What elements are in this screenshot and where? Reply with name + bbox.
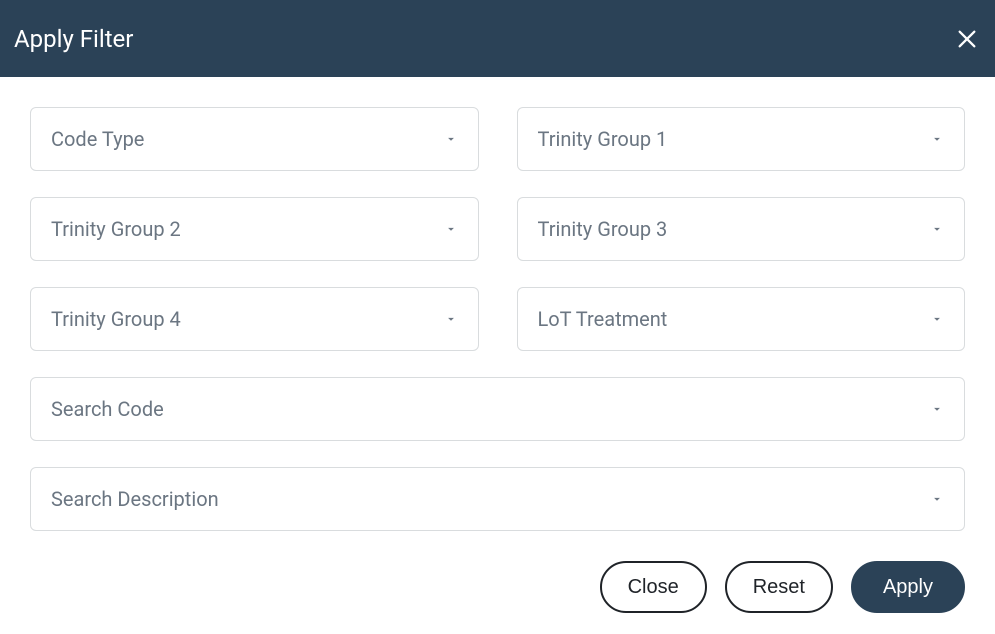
chevron-down-icon [444, 132, 458, 146]
close-button[interactable]: Close [600, 561, 707, 613]
dialog-body: Code Type Trinity Group 1 Trinity Group … [0, 77, 995, 613]
trinity-group-2-select[interactable]: Trinity Group 2 [30, 197, 479, 261]
chevron-down-icon [930, 222, 944, 236]
search-code-select[interactable]: Search Code [30, 377, 965, 441]
code-type-select[interactable]: Code Type [30, 107, 479, 171]
trinity-group-3-select[interactable]: Trinity Group 3 [517, 197, 966, 261]
trinity-group-4-label: Trinity Group 4 [51, 307, 181, 331]
chevron-down-icon [444, 222, 458, 236]
chevron-down-icon [930, 402, 944, 416]
lot-treatment-label: LoT Treatment [538, 307, 668, 331]
dialog-header: Apply Filter [0, 0, 995, 77]
search-description-label: Search Description [51, 487, 219, 511]
chevron-down-icon [930, 132, 944, 146]
chevron-down-icon [930, 312, 944, 326]
trinity-group-1-select[interactable]: Trinity Group 1 [517, 107, 966, 171]
dialog-title: Apply Filter [14, 25, 133, 53]
search-code-label: Search Code [51, 397, 164, 421]
reset-button[interactable]: Reset [725, 561, 833, 613]
search-description-row: Search Description [30, 467, 965, 531]
filter-grid: Code Type Trinity Group 1 Trinity Group … [30, 107, 965, 351]
close-icon[interactable] [953, 25, 981, 53]
trinity-group-3-label: Trinity Group 3 [538, 217, 668, 241]
chevron-down-icon [444, 312, 458, 326]
code-type-label: Code Type [51, 127, 144, 151]
trinity-group-2-label: Trinity Group 2 [51, 217, 181, 241]
lot-treatment-select[interactable]: LoT Treatment [517, 287, 966, 351]
chevron-down-icon [930, 492, 944, 506]
apply-button[interactable]: Apply [851, 561, 965, 613]
search-code-row: Search Code [30, 377, 965, 441]
search-description-select[interactable]: Search Description [30, 467, 965, 531]
trinity-group-1-label: Trinity Group 1 [538, 127, 668, 151]
dialog-actions: Close Reset Apply [30, 557, 965, 613]
trinity-group-4-select[interactable]: Trinity Group 4 [30, 287, 479, 351]
